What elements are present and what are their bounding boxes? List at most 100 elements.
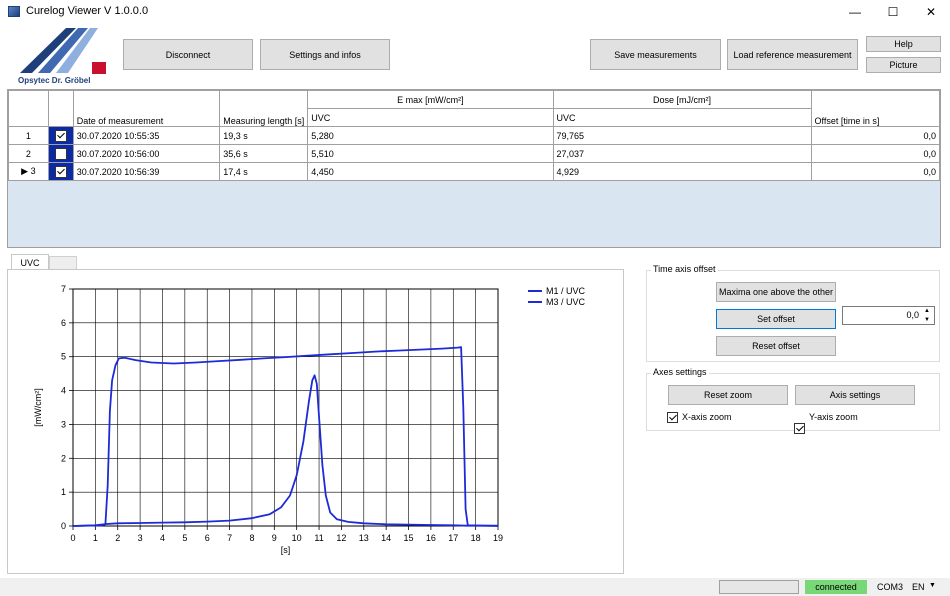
x-tick-label: 9: [272, 533, 277, 543]
cell-emax: 4,450: [307, 162, 554, 181]
table-row[interactable]: 2 30.07.2020 10:56:00 35,6 s 5,510 27,03…: [8, 144, 941, 163]
tab-uvc[interactable]: UVC: [11, 254, 49, 270]
col-emax-uvc-header[interactable]: UVC: [307, 108, 554, 127]
x-tick-label: 15: [404, 533, 414, 543]
x-tick-label: 5: [182, 533, 187, 543]
minimize-icon[interactable]: —: [836, 0, 874, 24]
connection-status: connected: [805, 580, 867, 594]
reset-offset-button[interactable]: Reset offset: [716, 336, 836, 356]
y-tick-label: 0: [61, 521, 66, 531]
x-tick-label: 4: [160, 533, 165, 543]
row-check-cell[interactable]: [47, 126, 74, 145]
x-tick-label: 10: [292, 533, 302, 543]
x-tick-label: 0: [70, 533, 75, 543]
cell-offset[interactable]: 0,0: [810, 126, 941, 145]
x-tick-label: 14: [381, 533, 391, 543]
col-offset-header[interactable]: Offset [time in s]: [810, 90, 941, 127]
series-line: [72, 374, 498, 527]
logo-text: Opsytec Dr. Gröbel: [18, 76, 91, 85]
table-row[interactable]: 1 30.07.2020 10:55:35 19,3 s 5,280 79,76…: [8, 126, 941, 145]
x-axis-zoom-label[interactable]: X-axis zoom: [682, 412, 732, 422]
cell-dose: 4,929: [552, 162, 812, 181]
x-tick-label: 8: [249, 533, 254, 543]
spin-down-icon[interactable]: ▼: [921, 316, 933, 324]
tab-empty[interactable]: [49, 256, 77, 270]
picture-button[interactable]: Picture: [866, 57, 941, 73]
measurement-grid[interactable]: Date of measurement Measuring length [s]…: [7, 89, 941, 248]
cell-emax: 5,510: [307, 144, 554, 163]
status-progress: [719, 580, 799, 594]
y-tick-label: 7: [61, 284, 66, 294]
row-index: 1: [8, 126, 49, 145]
y-tick-label: 5: [61, 352, 66, 362]
chart-panel: 01234567 0 1 2 3 4 5 6 7 8 9 10 11 12 13 14 15 16 17 18 19 …: [7, 269, 624, 574]
row-index: ▶ 3: [8, 162, 49, 181]
load-reference-button[interactable]: Load reference measurement: [727, 39, 858, 70]
x-tick-label: 7: [227, 533, 232, 543]
cell-offset[interactable]: 0,0: [810, 144, 941, 163]
plot-frame: [72, 288, 499, 527]
check-header: [47, 90, 74, 127]
cell-date: 30.07.2020 10:56:00: [72, 144, 221, 163]
y-tick-label: 6: [61, 318, 66, 328]
cell-date: 30.07.2020 10:56:39: [72, 162, 221, 181]
row-checkbox[interactable]: [54, 129, 67, 142]
x-axis-zoom-checkbox[interactable]: [667, 412, 678, 423]
row-index: 2: [8, 144, 49, 163]
save-measurements-button[interactable]: Save measurements: [590, 39, 721, 70]
disconnect-button[interactable]: Disconnect: [123, 39, 253, 70]
x-tick-label: 12: [336, 533, 346, 543]
y-tick-label: 4: [61, 386, 66, 396]
uvc-chart: 01234567 0 1 2 3 4 5 6 7 8 9 10 11 12 13 14 15 16 17 18 19 …: [33, 284, 586, 555]
col-date-header[interactable]: Date of measurement: [72, 90, 221, 127]
port-label: COM3: [877, 582, 904, 592]
x-tick-label: 3: [138, 533, 143, 543]
x-tick-label: 16: [426, 533, 436, 543]
offset-value[interactable]: 0,0: [906, 310, 919, 320]
x-tick-label: 18: [471, 533, 481, 543]
axes-settings-label: Axes settings: [651, 367, 709, 377]
language-label[interactable]: EN: [912, 582, 925, 592]
table-row[interactable]: ▶ 3 30.07.2020 10:56:39 17,4 s 4,450 4,9…: [8, 162, 941, 181]
set-offset-button[interactable]: Set offset: [716, 309, 836, 329]
x-axis-label: [s]: [281, 545, 291, 555]
help-button[interactable]: Help: [866, 36, 941, 52]
y-tick-label: 1: [61, 487, 66, 497]
offset-spinner[interactable]: 0,0 ▲ ▼: [842, 306, 935, 325]
settings-button[interactable]: Settings and infos: [260, 39, 390, 70]
axis-settings-button[interactable]: Axis settings: [795, 385, 915, 405]
row-header-corner: [8, 90, 49, 127]
y-tick-label: 3: [61, 419, 66, 429]
language-dropdown-icon[interactable]: ▼: [929, 582, 936, 589]
cell-offset[interactable]: 0,0: [810, 162, 941, 181]
cell-emax: 5,280: [307, 126, 554, 145]
x-tick-label: 11: [314, 533, 323, 543]
spin-up-icon[interactable]: ▲: [921, 307, 933, 315]
row-marker: ▶: [21, 166, 29, 176]
cell-date: 30.07.2020 10:55:35: [72, 126, 221, 145]
maxima-button[interactable]: Maxima one above the other: [716, 282, 836, 302]
cell-dose: 27,037: [552, 144, 812, 163]
x-tick-label: 19: [493, 533, 503, 543]
row-checkbox[interactable]: [54, 165, 67, 178]
row-check-cell[interactable]: [47, 162, 74, 181]
close-icon[interactable]: ✕: [912, 0, 950, 24]
x-tick-label: 13: [359, 533, 369, 543]
reset-zoom-button[interactable]: Reset zoom: [668, 385, 788, 405]
window-title: Curelog Viewer V 1.0.0.0: [26, 5, 149, 17]
y-tick-label: 2: [61, 453, 66, 463]
row-checkbox[interactable]: [54, 147, 67, 160]
x-tick-label: 6: [205, 533, 210, 543]
row-check-cell[interactable]: [47, 144, 74, 163]
col-length-header[interactable]: Measuring length [s]: [219, 90, 309, 127]
x-tick-label: 17: [448, 533, 458, 543]
maximize-icon[interactable]: ☐: [874, 0, 912, 24]
group-dose-header: Dose [mJ/cm²]: [552, 90, 812, 109]
y-axis-label: [mW/cm²]: [33, 388, 43, 427]
y-axis-zoom-checkbox[interactable]: [794, 423, 805, 434]
measurement-table: Date of measurement Measuring length [s]…: [8, 90, 941, 181]
y-axis-zoom-label[interactable]: Y-axis zoom: [809, 412, 858, 422]
cell-length: 17,4 s: [219, 162, 309, 181]
col-dose-uvc-header[interactable]: UVC: [552, 108, 812, 127]
time-offset-label: Time axis offset: [651, 264, 718, 274]
